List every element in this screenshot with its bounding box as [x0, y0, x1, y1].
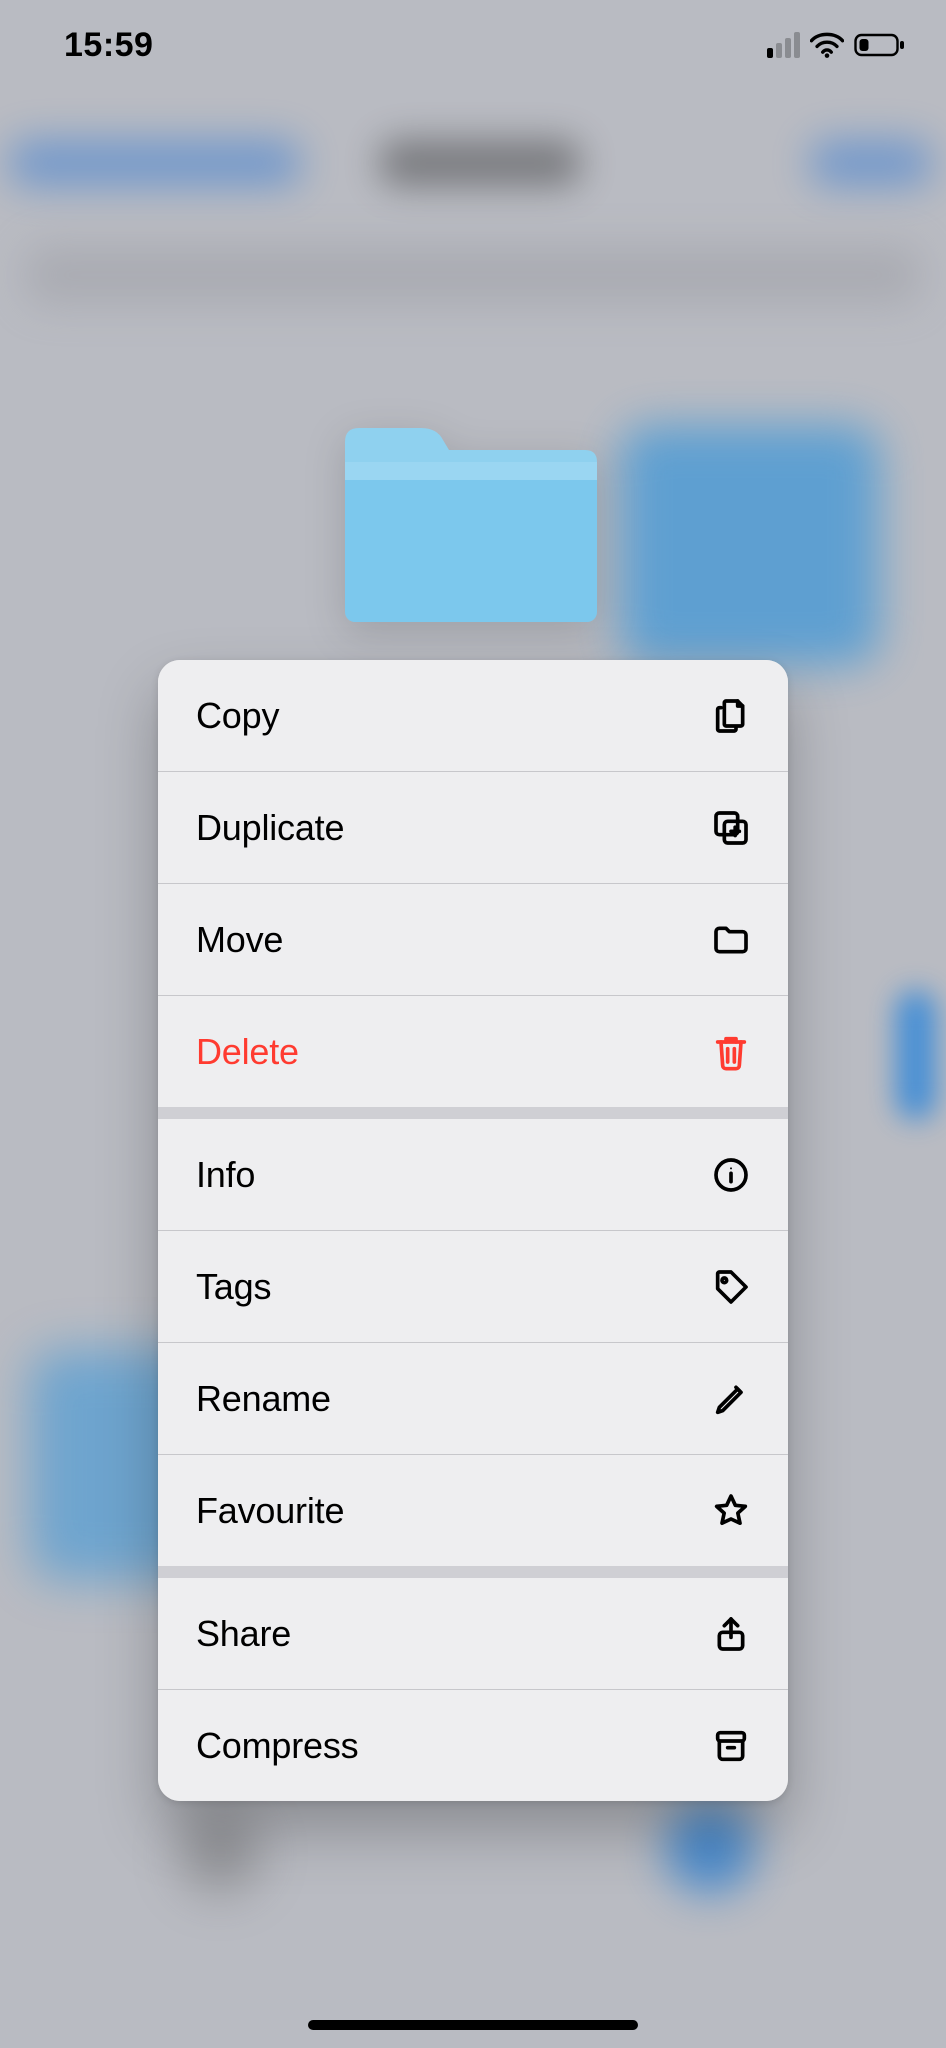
blurred-title: [380, 140, 580, 186]
menu-item-rename[interactable]: Rename: [158, 1342, 788, 1454]
menu-item-delete[interactable]: Delete: [158, 995, 788, 1107]
folder-preview: [337, 418, 605, 628]
menu-label: Tags: [196, 1266, 709, 1308]
blurred-tab-icon: [665, 1803, 755, 1893]
menu-separator: [158, 1107, 788, 1119]
blurred-back-button: [10, 140, 300, 186]
share-icon: [709, 1612, 753, 1656]
menu-item-copy[interactable]: Copy: [158, 660, 788, 771]
menu-separator: [158, 1566, 788, 1578]
status-bar: 15:59: [0, 0, 946, 90]
archive-icon: [709, 1724, 753, 1768]
menu-label: Copy: [196, 695, 709, 737]
cell-signal-icon: [767, 32, 800, 58]
menu-label: Delete: [196, 1031, 709, 1073]
blurred-tab-icon-2: [180, 1813, 260, 1893]
status-time: 15:59: [64, 26, 153, 65]
duplicate-icon: [709, 806, 753, 850]
copy-icon: [709, 694, 753, 738]
context-menu: Copy Duplicate Move Delete Info Tags: [158, 660, 788, 1801]
star-icon: [709, 1489, 753, 1533]
menu-label: Rename: [196, 1378, 709, 1420]
menu-label: Duplicate: [196, 807, 709, 849]
menu-item-move[interactable]: Move: [158, 883, 788, 995]
menu-label: Info: [196, 1154, 709, 1196]
tag-icon: [709, 1265, 753, 1309]
menu-item-share[interactable]: Share: [158, 1578, 788, 1689]
menu-item-compress[interactable]: Compress: [158, 1689, 788, 1801]
blurred-chip: [896, 990, 936, 1120]
menu-label: Move: [196, 919, 709, 961]
status-right: [767, 32, 906, 58]
folder-icon: [709, 918, 753, 962]
menu-label: Favourite: [196, 1490, 709, 1532]
menu-label: Share: [196, 1613, 709, 1655]
battery-icon: [854, 32, 906, 58]
pencil-icon: [709, 1377, 753, 1421]
blurred-select-button: [811, 140, 931, 186]
menu-item-favourite[interactable]: Favourite: [158, 1454, 788, 1566]
blurred-search-field: [25, 245, 921, 305]
menu-item-tags[interactable]: Tags: [158, 1230, 788, 1342]
blurred-folder-right: [620, 425, 880, 665]
home-indicator: [308, 2020, 638, 2030]
menu-item-duplicate[interactable]: Duplicate: [158, 771, 788, 883]
menu-item-info[interactable]: Info: [158, 1119, 788, 1230]
wifi-icon: [810, 32, 844, 58]
menu-label: Compress: [196, 1725, 709, 1767]
info-icon: [709, 1153, 753, 1197]
trash-icon: [709, 1030, 753, 1074]
